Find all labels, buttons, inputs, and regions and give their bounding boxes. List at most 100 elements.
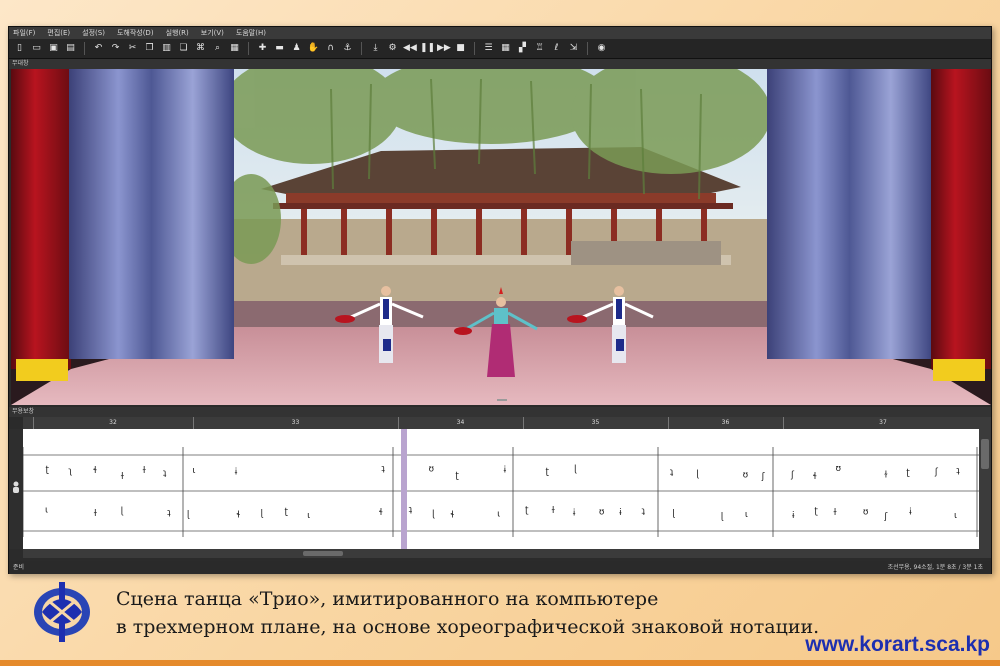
- measure-number[interactable]: 37: [879, 419, 887, 426]
- export-icon[interactable]: ⇲: [567, 42, 580, 55]
- notation-glyph: ʈ: [906, 468, 910, 478]
- open-folder-icon[interactable]: ▭: [30, 42, 43, 55]
- website-link[interactable]: www.korart.sca.kp: [805, 633, 990, 657]
- notation-glyph: ʇ: [409, 505, 413, 515]
- curtain-right-blue: [767, 69, 932, 359]
- notation-glyph: ʇ: [381, 464, 385, 474]
- toolbar: ▯ ▭ ▣ ▤ ↶ ↷ ✂ ❐ ▥ ❏ ⌘ ⌕ ▦ ✚ ▬ ♟ ✋ ∩ ⚓ ⤓ ⚙ ◀◀ ❚❚ ▶▶ ■ ☰ ▦ ▞ ♖ ℓ ⇲ ◉: [9, 39, 991, 59]
- pose-icon[interactable]: ✚: [256, 42, 269, 55]
- menu-edit[interactable]: 편집(E): [47, 27, 70, 39]
- notation-glyph: ɩ: [954, 511, 957, 521]
- notation-glyph: ɩ: [497, 509, 500, 519]
- film-icon[interactable]: ▬: [273, 42, 286, 55]
- notation-glyph: ʈ: [455, 471, 459, 481]
- notation-glyph: ɭ: [432, 510, 435, 520]
- undo-icon[interactable]: ↶: [92, 42, 105, 55]
- notation-glyph: ɭ: [121, 507, 124, 517]
- notation-glyph: ʈ: [814, 506, 818, 516]
- notation-glyph: ɬ: [813, 472, 817, 482]
- menu-help[interactable]: 도움말(H): [236, 27, 266, 39]
- toolbar-separator: [587, 42, 588, 55]
- find-icon[interactable]: ⌕: [211, 42, 224, 55]
- notation-glyph: ɬ: [450, 511, 454, 521]
- notation-glyph: ɭ: [696, 469, 699, 479]
- paste-icon[interactable]: ▥: [160, 42, 173, 55]
- measure-number[interactable]: 33: [292, 419, 300, 426]
- vertical-scrollbar[interactable]: [979, 429, 991, 549]
- transform-icon[interactable]: ⌘: [194, 42, 207, 55]
- track-header: [9, 429, 23, 549]
- measure-tick: [668, 417, 669, 429]
- caption-line-1: Сцена танца «Трио», имитированного на ко…: [116, 588, 659, 610]
- list-icon[interactable]: ☰: [482, 42, 495, 55]
- menu-draw[interactable]: 도해작성(D): [117, 27, 154, 39]
- menu-run[interactable]: 실행(R): [166, 27, 189, 39]
- save-icon[interactable]: ▣: [47, 42, 60, 55]
- copy-icon[interactable]: ❐: [143, 42, 156, 55]
- notation-glyph: ʃ: [761, 472, 766, 482]
- save-all-icon[interactable]: ▤: [64, 42, 77, 55]
- notation-glyph: ɫ: [121, 472, 125, 482]
- notation-glyph: ʊ: [429, 465, 435, 475]
- measure-ruler[interactable]: 32 33 34 35 36 37: [23, 417, 991, 429]
- notation-glyph: ɭ: [261, 509, 264, 519]
- rewind-icon[interactable]: ◀◀: [403, 42, 417, 55]
- notation-glyph: ɫ: [142, 466, 146, 476]
- notation-glyph: ʅ: [68, 466, 72, 476]
- notation-glyph: ʈ: [525, 505, 529, 515]
- pause-icon[interactable]: ❚❚: [420, 42, 435, 55]
- menu-file[interactable]: 파일(F): [13, 27, 35, 39]
- notation-glyph: ʊ: [743, 470, 749, 480]
- measure-tick: [783, 417, 784, 429]
- stage-panel-title: 무대창: [9, 59, 991, 69]
- notation-glyph: ʊ: [863, 507, 869, 517]
- camera-icon[interactable]: ◉: [595, 42, 608, 55]
- toolbar-separator: [248, 42, 249, 55]
- notation-glyph: ɩ: [45, 506, 48, 516]
- dancer-icon[interactable]: ♖: [533, 42, 546, 55]
- grid-icon[interactable]: ▦: [499, 42, 512, 55]
- settings-icon[interactable]: ⚙: [386, 42, 399, 55]
- notation-glyph: ɨ: [573, 508, 576, 518]
- notation-glyph: ɨ: [909, 508, 912, 518]
- calendar-icon[interactable]: ▦: [228, 42, 241, 55]
- new-file-icon[interactable]: ▯: [13, 42, 26, 55]
- menu-settings[interactable]: 설정(S): [82, 27, 105, 39]
- measure-number[interactable]: 32: [109, 419, 117, 426]
- import-icon[interactable]: ⤓: [369, 42, 382, 55]
- notation-glyph: ɩ: [307, 511, 310, 521]
- notation-icon[interactable]: ℓ: [550, 42, 563, 55]
- measure-tick: [523, 417, 524, 429]
- notation-glyph: ʊ: [836, 464, 842, 474]
- notation-glyph: ɩ: [192, 466, 195, 476]
- horizontal-scrollbar[interactable]: [23, 549, 991, 558]
- playhead[interactable]: [401, 429, 407, 549]
- headphones-icon[interactable]: ∩: [324, 42, 337, 55]
- notation-score[interactable]: ʈ ɩ ʅ ɬ ɫ ɫ ɭ ɫ ʇ ʇ ɩ ɭ ɨ ɬ ɭ ʈ ɩ ʇ ɬ ʇ ʊ ɭ ʈ ɬ ɨ ɩ ʈ ʈ ɫ ɭ ɨ ʊ ɨ ʇ ʇ ɭ ɭ ɭ ʊ ɩ…: [23, 429, 979, 549]
- measure-number[interactable]: 36: [722, 419, 730, 426]
- forward-icon[interactable]: ▶▶: [437, 42, 451, 55]
- notation-panel-title: 무용보창: [9, 407, 991, 417]
- copy-frame-icon[interactable]: ❏: [177, 42, 190, 55]
- redo-icon[interactable]: ↷: [109, 42, 122, 55]
- notation-glyph: ɭ: [721, 512, 724, 522]
- figure-icon[interactable]: ♟: [290, 42, 303, 55]
- notation-glyph: ʈ: [546, 467, 550, 477]
- notation-glyph: ɬ: [379, 508, 383, 518]
- stage-3d-view[interactable]: [11, 69, 991, 405]
- notation-glyph: ɫ: [551, 506, 555, 516]
- menu-view[interactable]: 보기(V): [201, 27, 224, 39]
- notation-glyph: ʊ: [599, 508, 605, 518]
- measure-number[interactable]: 35: [592, 419, 600, 426]
- stage-icon[interactable]: ▞: [516, 42, 529, 55]
- notation-glyph: ɫ: [884, 471, 888, 481]
- splitter-handle: [497, 399, 507, 401]
- measure-tick: [398, 417, 399, 429]
- notation-glyph: ɨ: [619, 508, 622, 518]
- bottom-stripe: [0, 660, 1000, 666]
- cut-icon[interactable]: ✂: [126, 42, 139, 55]
- anchor-icon[interactable]: ⚓: [341, 42, 354, 55]
- hand-icon[interactable]: ✋: [307, 42, 320, 55]
- measure-number[interactable]: 34: [457, 419, 465, 426]
- stop-icon[interactable]: ■: [454, 42, 467, 55]
